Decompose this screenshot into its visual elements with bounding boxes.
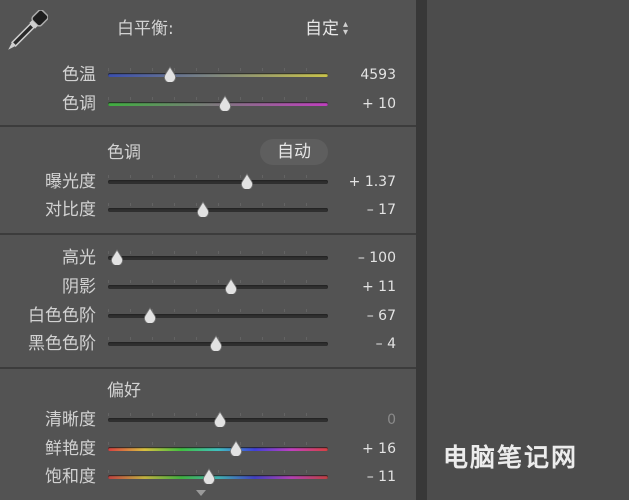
highlights-ticks bbox=[108, 251, 328, 254]
temp-ticks bbox=[108, 68, 328, 71]
temp-slider[interactable] bbox=[108, 64, 328, 86]
vibrance-ticks bbox=[108, 442, 328, 445]
exposure-ticks bbox=[108, 175, 328, 178]
exposure-track bbox=[108, 180, 328, 184]
vibrance-slider[interactable] bbox=[108, 438, 328, 460]
highlights-track bbox=[108, 256, 328, 260]
tint-value[interactable]: + 10 bbox=[340, 94, 396, 114]
vibrance-track bbox=[108, 447, 328, 451]
shadows-track bbox=[108, 285, 328, 289]
saturation-label: 饱和度 bbox=[45, 467, 96, 487]
blacks-slider-thumb[interactable] bbox=[209, 335, 223, 351]
whites-label: 白色色阶 bbox=[28, 306, 96, 326]
saturation-track bbox=[108, 475, 328, 479]
white-balance-preset-value: 自定 bbox=[305, 19, 339, 39]
divider bbox=[0, 367, 416, 369]
updown-arrows-icon: ▴ ▾ bbox=[343, 19, 349, 38]
whites-track bbox=[108, 314, 328, 318]
white-balance-preset-dropdown[interactable]: 自定 ▴ ▾ bbox=[305, 19, 348, 39]
exposure-slider[interactable] bbox=[108, 171, 328, 193]
clarity-slider-thumb[interactable] bbox=[213, 411, 227, 427]
exposure-value[interactable]: + 1.37 bbox=[340, 172, 396, 192]
panel-scrollbar-divider bbox=[416, 0, 427, 500]
divider bbox=[0, 125, 416, 127]
whites-ticks bbox=[108, 309, 328, 312]
clarity-slider[interactable] bbox=[108, 409, 328, 431]
tint-slider-thumb[interactable] bbox=[218, 95, 232, 111]
highlights-slider-thumb[interactable] bbox=[110, 249, 124, 265]
lightroom-basic-panel-screen: 白平衡: 自定 ▴ ▾ 色温 4593 色调 + 10 色调 自动 曝光度 + 1.… bbox=[0, 0, 629, 500]
auto-tone-button[interactable]: 自动 bbox=[260, 139, 328, 165]
temp-value[interactable]: 4593 bbox=[340, 65, 396, 85]
shadows-value[interactable]: + 11 bbox=[340, 277, 396, 297]
tone-section-title: 色调 bbox=[107, 143, 141, 163]
saturation-value[interactable]: – 11 bbox=[340, 467, 396, 487]
whites-value[interactable]: – 67 bbox=[340, 306, 396, 326]
blacks-value[interactable]: – 4 bbox=[340, 334, 396, 354]
contrast-slider[interactable] bbox=[108, 199, 328, 221]
watermark-text: 电脑笔记网 bbox=[443, 443, 579, 472]
vibrance-slider-thumb[interactable] bbox=[229, 440, 243, 456]
tint-slider[interactable] bbox=[108, 93, 328, 115]
contrast-track bbox=[108, 208, 328, 212]
saturation-ticks bbox=[108, 470, 328, 473]
clarity-label: 清晰度 bbox=[45, 410, 96, 430]
blacks-label: 黑色色阶 bbox=[28, 334, 96, 354]
divider bbox=[0, 233, 416, 235]
temp-label: 色温 bbox=[62, 65, 96, 85]
presence-section-title: 偏好 bbox=[107, 381, 141, 401]
exposure-label: 曝光度 bbox=[45, 172, 96, 192]
empty-workspace bbox=[427, 0, 629, 500]
saturation-slider-thumb[interactable] bbox=[202, 468, 216, 484]
exposure-slider-thumb[interactable] bbox=[240, 173, 254, 189]
shadows-label: 阴影 bbox=[62, 277, 96, 297]
contrast-ticks bbox=[108, 203, 328, 206]
blacks-slider[interactable] bbox=[108, 333, 328, 355]
highlights-slider[interactable] bbox=[108, 247, 328, 269]
contrast-label: 对比度 bbox=[45, 200, 96, 220]
whites-slider-thumb[interactable] bbox=[143, 307, 157, 323]
temp-track bbox=[108, 73, 328, 77]
vibrance-value[interactable]: + 16 bbox=[340, 439, 396, 459]
contrast-value[interactable]: – 17 bbox=[340, 200, 396, 220]
collapse-caret-icon[interactable] bbox=[196, 490, 206, 496]
contrast-slider-thumb[interactable] bbox=[196, 201, 210, 217]
shadows-slider-thumb[interactable] bbox=[224, 278, 238, 294]
shadows-slider[interactable] bbox=[108, 276, 328, 298]
shadows-ticks bbox=[108, 280, 328, 283]
eyedropper-icon[interactable] bbox=[0, 10, 48, 62]
white-balance-title: 白平衡: bbox=[117, 19, 174, 39]
basic-panel: 白平衡: 自定 ▴ ▾ 色温 4593 色调 + 10 色调 自动 曝光度 + 1.… bbox=[0, 0, 416, 500]
vibrance-label: 鲜艳度 bbox=[45, 439, 96, 459]
whites-slider[interactable] bbox=[108, 305, 328, 327]
clarity-value[interactable]: 0 bbox=[340, 410, 396, 430]
temp-slider-thumb[interactable] bbox=[163, 66, 177, 82]
saturation-slider[interactable] bbox=[108, 466, 328, 488]
highlights-label: 高光 bbox=[62, 248, 96, 268]
tint-label: 色调 bbox=[62, 94, 96, 114]
highlights-value[interactable]: – 100 bbox=[340, 248, 396, 268]
